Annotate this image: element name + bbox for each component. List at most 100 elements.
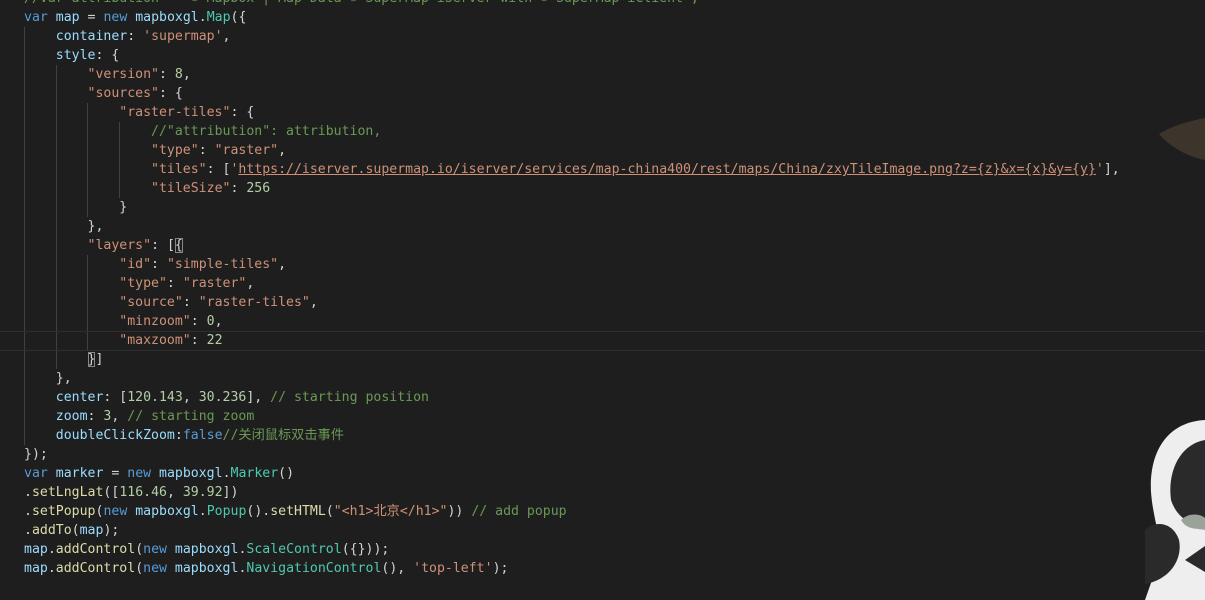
code-line[interactable]: "minzoom": 0, xyxy=(24,312,1120,331)
code-token: (). xyxy=(246,504,271,519)
code-line[interactable]: .addTo(map); xyxy=(24,521,1120,540)
code-token: 8 xyxy=(174,67,183,82)
code-token: // starting zoom xyxy=(127,409,255,424)
code-token: ( xyxy=(135,542,144,557)
code-token: . xyxy=(47,561,56,576)
code-token: 22 xyxy=(206,333,223,348)
code-token: addControl xyxy=(55,542,136,557)
code-token: : xyxy=(166,276,183,291)
code-token: }, xyxy=(24,219,104,234)
code-line[interactable]: //"attribution": attribution, xyxy=(24,122,1120,141)
code-line[interactable]: "id": "simple-tiles", xyxy=(24,255,1120,274)
code-token: 39.92 xyxy=(182,485,223,500)
code-token: addControl xyxy=(55,561,136,576)
code-token: NavigationControl xyxy=(246,561,382,576)
code-line[interactable]: "tiles": ['https://iserver.supermap.io/i… xyxy=(24,160,1120,179)
code-token: "source" xyxy=(119,295,183,310)
code-token: ( xyxy=(325,504,334,519)
code-token: mapboxgl xyxy=(174,561,239,576)
code-token: { xyxy=(174,238,183,253)
code-token: "raster-tiles" xyxy=(198,295,310,310)
code-line[interactable]: }, xyxy=(24,217,1120,236)
code-token: mapboxgl xyxy=(135,504,199,519)
code-token: : [ xyxy=(151,238,175,253)
code-token: : { xyxy=(159,86,183,101)
code-line[interactable]: container: 'supermap', xyxy=(24,27,1120,46)
code-token: . xyxy=(47,542,56,557)
code-line[interactable]: "source": "raster-tiles", xyxy=(24,293,1120,312)
code-line[interactable]: }); xyxy=(24,445,1120,464)
code-token: doubleClickZoom xyxy=(55,428,175,443)
code-token: var xyxy=(24,466,48,481)
code-token: }); xyxy=(24,447,48,462)
code-line[interactable]: style: { xyxy=(24,46,1120,65)
code-line[interactable]: map.addControl(new mapboxgl.ScaleControl… xyxy=(24,540,1120,559)
code-line[interactable]: map.addControl(new mapboxgl.NavigationCo… xyxy=(24,559,1120,578)
code-token: : xyxy=(198,143,215,158)
code-token: "minzoom" xyxy=(119,314,191,329)
code-token: )) xyxy=(447,504,472,519)
code-token: : xyxy=(87,409,104,424)
code-line[interactable]: "raster-tiles": { xyxy=(24,103,1120,122)
code-token: // add popup xyxy=(471,504,567,519)
code-token: ScaleControl xyxy=(246,542,342,557)
code-token: : xyxy=(190,333,207,348)
code-line[interactable]: var marker = new mapboxgl.Marker() xyxy=(24,464,1120,483)
code-token: "version" xyxy=(87,67,159,82)
code-line[interactable]: var map = new mapboxgl.Map({ xyxy=(24,8,1120,27)
code-token: ( xyxy=(71,523,80,538)
code-token: setHTML xyxy=(270,504,326,519)
code-line[interactable]: } xyxy=(24,198,1120,217)
code-line[interactable]: "tileSize": 256 xyxy=(24,179,1120,198)
code-line[interactable]: "maxzoom": 22 xyxy=(0,331,1205,351)
code-token: . xyxy=(198,10,207,25)
code-token: mapboxgl xyxy=(159,466,223,481)
code-token: addTo xyxy=(31,523,72,538)
code-line[interactable]: .setPopup(new mapboxgl.Popup().setHTML("… xyxy=(24,502,1120,521)
code-line[interactable]: "sources": { xyxy=(24,84,1120,103)
code-token: ], xyxy=(246,390,271,405)
code-line[interactable]: "layers": [{ xyxy=(24,236,1120,255)
code-area[interactable]: //var attribution = "© Mapbox | Map Data… xyxy=(0,0,1205,578)
code-line[interactable]: }] xyxy=(24,350,1120,369)
code-token: "raster" xyxy=(182,276,247,291)
code-token: style xyxy=(55,48,96,63)
code-token: , xyxy=(309,295,318,310)
code-token: ]) xyxy=(222,485,239,500)
code-line[interactable]: doubleClickZoom:false//关闭鼠标双击事件 xyxy=(24,426,1120,445)
code-token: : xyxy=(151,257,167,272)
code-token: . xyxy=(222,466,231,481)
code-line[interactable]: "type": "raster", xyxy=(24,141,1120,160)
code-token: , xyxy=(278,257,287,272)
code-line[interactable]: }, xyxy=(24,369,1120,388)
code-token: : xyxy=(182,295,199,310)
code-line[interactable]: .setLngLat([116.46, 39.92]) xyxy=(24,483,1120,502)
code-editor[interactable]: //var attribution = "© Mapbox | Map Data… xyxy=(0,0,1205,600)
code-line[interactable]: center: [120.143, 30.236], // starting p… xyxy=(24,388,1120,407)
code-line[interactable]: //var attribution = "© Mapbox | Map Data… xyxy=(24,0,1120,8)
code-token: zoom xyxy=(55,409,88,424)
code-line[interactable]: "type": "raster", xyxy=(24,274,1120,293)
code-token: : [ xyxy=(206,162,231,177)
code-token: () xyxy=(278,466,295,481)
code-token: , xyxy=(166,485,183,500)
code-line[interactable]: zoom: 3, // starting zoom xyxy=(24,407,1120,426)
code-line[interactable]: "version": 8, xyxy=(24,65,1120,84)
code-token: "raster" xyxy=(214,143,279,158)
code-token: false xyxy=(182,428,223,443)
code-token: center xyxy=(55,390,104,405)
